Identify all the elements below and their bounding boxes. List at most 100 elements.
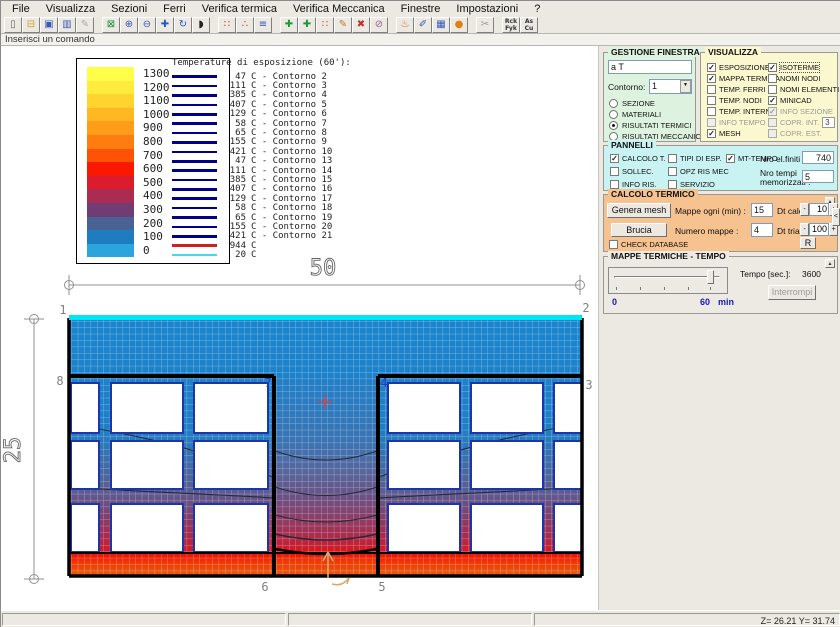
checkbox-label: ISOTERME bbox=[780, 63, 819, 72]
nro-tempi-value: 5 bbox=[802, 170, 834, 183]
gestione-finestra-panel: GESTIONE FINESTRA a T Contorno: 1 ▼ SEZI… bbox=[603, 52, 696, 142]
status-bar: Z= 26.21 Y= 31.74 bbox=[1, 610, 840, 627]
zoom-out-button[interactable]: ⊖ bbox=[138, 17, 156, 33]
time-slider[interactable] bbox=[608, 267, 728, 294]
mappe-ogni-input[interactable]: 15 bbox=[751, 203, 773, 217]
pan-button[interactable]: ✚ bbox=[156, 17, 174, 33]
check-database-option[interactable]: CHECK DATABASE bbox=[609, 239, 688, 250]
numero-mappe-label: Numero mappe : bbox=[675, 226, 738, 236]
radio-option[interactable]: MATERIALI bbox=[609, 109, 703, 120]
visualizza-panel: VISUALIZZA ESPOSIZIONE MAPPA TERMICA TEM… bbox=[700, 52, 838, 142]
nro-el-value: 740 bbox=[802, 151, 834, 164]
thermal-drop-button[interactable]: ● bbox=[450, 17, 468, 33]
slider-track[interactable] bbox=[614, 276, 720, 278]
calcolo-termico-title: CALCOLO TERMICO bbox=[608, 189, 698, 199]
radio-icon bbox=[609, 110, 618, 119]
checkbox-option[interactable]: CALCOLO T. bbox=[610, 152, 666, 165]
brucia-button[interactable]: Brucia bbox=[611, 223, 667, 237]
node-label-4: 4 bbox=[380, 376, 387, 390]
view-mesh-button[interactable]: ∴ bbox=[236, 17, 254, 33]
checkbox-option[interactable]: MINICAD bbox=[768, 95, 839, 106]
refresh-button[interactable]: ↻ bbox=[174, 17, 192, 33]
checkbox-icon bbox=[768, 129, 777, 138]
radio-option[interactable]: SEZIONE bbox=[609, 98, 703, 109]
collapse-panel-button[interactable]: ▲ bbox=[825, 259, 835, 268]
menu-item[interactable]: Finestre bbox=[394, 3, 448, 15]
save-as-button[interactable]: ▥ bbox=[58, 17, 76, 33]
node-grid-button[interactable]: ∷ bbox=[316, 17, 334, 33]
checkbox-label: INFO RIS. bbox=[622, 180, 657, 189]
zoom-extents-button[interactable]: ⊠ bbox=[102, 17, 120, 33]
menu-item[interactable]: Ferri bbox=[156, 3, 193, 15]
checkbox-icon bbox=[610, 154, 619, 163]
checkbox-option[interactable]: OPZ RIS MEC bbox=[668, 165, 729, 178]
view-section-button[interactable]: ≡ bbox=[254, 17, 272, 33]
delete-node-button[interactable]: ✖ bbox=[352, 17, 370, 33]
rck-fyk-button[interactable]: Rck Fyk bbox=[502, 17, 520, 33]
r-button[interactable]: R bbox=[800, 237, 816, 249]
menu-item[interactable]: ? bbox=[527, 3, 547, 15]
menu-item[interactable]: Sezioni bbox=[104, 3, 154, 15]
tempo-label: Tempo [sec.]: bbox=[740, 269, 791, 279]
command-input[interactable]: Inserisci un comando bbox=[1, 33, 840, 46]
checkbox-icon bbox=[707, 63, 716, 72]
checkbox-option[interactable]: TIPI DI ESP. bbox=[668, 152, 729, 165]
slider-max-label: 60 bbox=[700, 297, 710, 307]
checkbox-option[interactable]: COPR. EST. bbox=[768, 128, 839, 139]
drawing-canvas[interactable]: 1300 1200 1100 1000 900 800 700 bbox=[1, 46, 598, 610]
checkbox-option[interactable]: NOMI ELEMENTI bbox=[768, 84, 839, 95]
dt-calc-minus-button[interactable]: - bbox=[800, 203, 809, 216]
numero-mappe-input[interactable]: 4 bbox=[751, 223, 773, 237]
slider-unit-label: min bbox=[718, 297, 734, 307]
add-element-button[interactable]: ✚ bbox=[298, 17, 316, 33]
dt-calc-value[interactable]: 10 bbox=[809, 203, 829, 216]
dt-trian-minus-button[interactable]: - bbox=[800, 223, 809, 236]
fire-exposure-button[interactable]: ♨ bbox=[396, 17, 414, 33]
checkbox-label: TEMP. NODI bbox=[719, 96, 762, 105]
menu-item[interactable]: Impostazioni bbox=[449, 3, 525, 15]
interrompi-button[interactable]: Interrompi bbox=[768, 285, 816, 300]
node-label-8: 8 bbox=[56, 374, 63, 388]
menu-item[interactable]: Visualizza bbox=[39, 3, 102, 15]
checkbox-label: NOMI NODI bbox=[780, 74, 820, 83]
view-nodes-button[interactable]: ∷ bbox=[218, 17, 236, 33]
checkbox-icon bbox=[707, 85, 716, 94]
node-label-1: 1 bbox=[59, 303, 66, 317]
node-label-2: 2 bbox=[582, 301, 589, 315]
open-file-button[interactable]: ⊟ bbox=[22, 17, 40, 33]
table-button[interactable]: ▦ bbox=[432, 17, 450, 33]
erase-button[interactable]: ⊘ bbox=[370, 17, 388, 33]
checkbox-label: TEMP. FERRI bbox=[719, 85, 766, 94]
checkbox-label: ESPOSIZIONE bbox=[719, 63, 770, 72]
menu-item[interactable]: File bbox=[5, 3, 37, 15]
shrink-left-button[interactable]: < bbox=[832, 208, 840, 226]
genera-mesh-button[interactable]: Genera mesh bbox=[607, 203, 671, 218]
window-name-input[interactable]: a T bbox=[608, 60, 692, 74]
edit-ferri-button[interactable]: ✎ bbox=[334, 17, 352, 33]
menu-item[interactable]: Verifica Meccanica bbox=[286, 3, 392, 15]
new-file-button[interactable]: ▯ bbox=[4, 17, 22, 33]
add-node-button[interactable]: ✚ bbox=[280, 17, 298, 33]
checkbox-option[interactable]: COPR. INT. 3 bbox=[768, 117, 839, 128]
print-button[interactable]: ✎ bbox=[76, 17, 94, 33]
slider-thumb[interactable] bbox=[707, 270, 714, 284]
dt-trian-value[interactable]: 100 bbox=[809, 223, 829, 236]
verify-button[interactable]: ✐ bbox=[414, 17, 432, 33]
checkbox-option[interactable]: SOLLEC. bbox=[610, 165, 666, 178]
checkbox-icon bbox=[768, 96, 777, 105]
save-button[interactable]: ▣ bbox=[40, 17, 58, 33]
contorno-select[interactable]: 1 ▼ bbox=[649, 79, 692, 94]
cut-button[interactable]: ✂ bbox=[476, 17, 494, 33]
checkbox-field[interactable]: 3 bbox=[822, 117, 835, 128]
checkbox-option[interactable]: INFO SEZIONE bbox=[768, 106, 839, 117]
menu-item[interactable]: Verifica termica bbox=[195, 3, 284, 15]
as-cu-button[interactable]: As Cu bbox=[520, 17, 538, 33]
checkbox-option[interactable]: NOMI NODI bbox=[768, 73, 839, 84]
zoom-in-button[interactable]: ⊕ bbox=[120, 17, 138, 33]
checkbox-option[interactable]: ISOTERME bbox=[768, 62, 839, 73]
checkbox-icon bbox=[668, 180, 677, 189]
chevron-down-icon[interactable]: ▼ bbox=[680, 80, 691, 93]
radio-option[interactable]: RISULTATI TERMICI bbox=[609, 120, 703, 131]
node-label-3: 3 bbox=[585, 378, 592, 392]
render-button[interactable]: ◗ bbox=[192, 17, 210, 33]
